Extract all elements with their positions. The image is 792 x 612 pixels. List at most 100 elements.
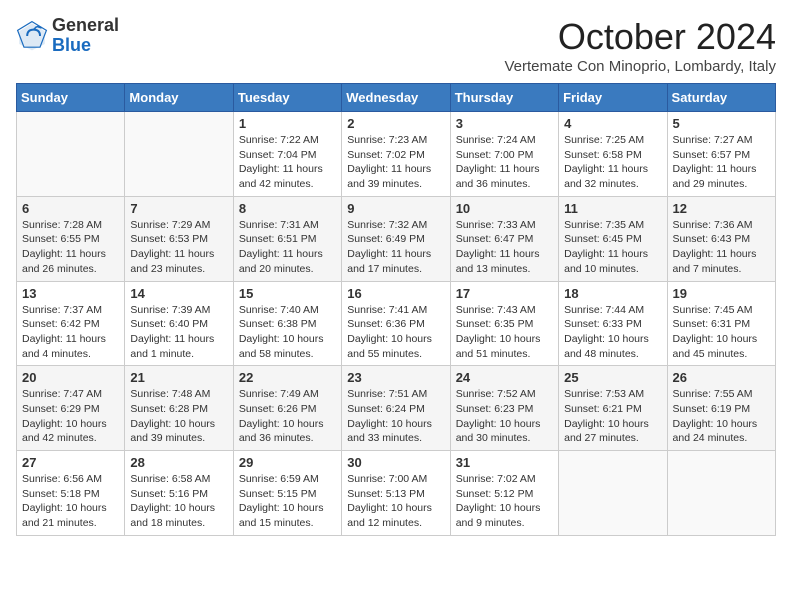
- calendar-cell: 12Sunrise: 7:36 AM Sunset: 6:43 PM Dayli…: [667, 196, 775, 281]
- day-header-sunday: Sunday: [17, 84, 125, 112]
- day-info: Sunrise: 7:35 AM Sunset: 6:45 PM Dayligh…: [564, 218, 661, 277]
- calendar-cell: 20 Sunrise: 7:47 AM Sunset: 6:29 PM Dayli…: [17, 366, 125, 451]
- day-number: 8: [239, 201, 336, 216]
- calendar-cell: 30Sunrise: 7:00 AM Sunset: 5:13 PM Dayli…: [342, 451, 450, 536]
- day-number: 11: [564, 201, 661, 216]
- calendar-cell: 11 Sunrise: 7:35 AM Sunset: 6:45 PM Dayli…: [559, 196, 667, 281]
- location-subtitle: Vertemate Con Minoprio, Lombardy, Italy: [504, 58, 776, 75]
- day-info: Sunrise: 6:59 AM Sunset: 5:15 PM Dayligh…: [239, 472, 336, 531]
- logo: General Blue: [16, 16, 119, 56]
- calendar-cell: 19 Sunrise: 7:45 AM Sunset: 6:31 PM Dayli…: [667, 281, 775, 366]
- day-number: 20: [22, 370, 119, 385]
- week-row-5: 27 Sunrise: 6:56 AM Sunset: 5:18 PM Dayli…: [17, 451, 776, 536]
- calendar-cell: 27 Sunrise: 6:56 AM Sunset: 5:18 PM Dayli…: [17, 451, 125, 536]
- calendar-cell: 6Sunrise: 7:28 AM Sunset: 6:55 PM Daylig…: [17, 196, 125, 281]
- calendar-cell: [17, 112, 125, 197]
- calendar-cell: 1 Sunrise: 7:22 AM Sunset: 7:04 PM Daylig…: [233, 112, 341, 197]
- page-header: General Blue October 2024 Vertemate Con …: [16, 16, 776, 75]
- week-row-4: 20 Sunrise: 7:47 AM Sunset: 6:29 PM Dayli…: [17, 366, 776, 451]
- day-number: 25: [564, 370, 661, 385]
- day-info: Sunrise: 7:37 AM Sunset: 6:42 PM Dayligh…: [22, 303, 119, 362]
- calendar-cell: 22 Sunrise: 7:49 AM Sunset: 6:26 PM Dayli…: [233, 366, 341, 451]
- day-info: Sunrise: 7:44 AM Sunset: 6:33 PM Dayligh…: [564, 303, 661, 362]
- day-number: 28: [130, 455, 227, 470]
- calendar-table: SundayMondayTuesdayWednesdayThursdayFrid…: [16, 83, 776, 536]
- day-number: 15: [239, 286, 336, 301]
- day-info: Sunrise: 7:31 AM Sunset: 6:51 PM Dayligh…: [239, 218, 336, 277]
- day-info: Sunrise: 7:29 AM Sunset: 6:53 PM Dayligh…: [130, 218, 227, 277]
- calendar-cell: 5 Sunrise: 7:27 AM Sunset: 6:57 PM Daylig…: [667, 112, 775, 197]
- calendar-cell: 4 Sunrise: 7:25 AM Sunset: 6:58 PM Daylig…: [559, 112, 667, 197]
- day-info: Sunrise: 7:25 AM Sunset: 6:58 PM Dayligh…: [564, 133, 661, 192]
- day-info: Sunrise: 7:23 AM Sunset: 7:02 PM Dayligh…: [347, 133, 444, 192]
- day-number: 29: [239, 455, 336, 470]
- day-info: Sunrise: 7:49 AM Sunset: 6:26 PM Dayligh…: [239, 387, 336, 446]
- calendar-cell: [125, 112, 233, 197]
- day-header-saturday: Saturday: [667, 84, 775, 112]
- calendar-cell: 25Sunrise: 7:53 AM Sunset: 6:21 PM Dayli…: [559, 366, 667, 451]
- day-number: 23: [347, 370, 444, 385]
- calendar-cell: 31 Sunrise: 7:02 AM Sunset: 5:12 PM Dayli…: [450, 451, 558, 536]
- calendar-cell: 26 Sunrise: 7:55 AM Sunset: 6:19 PM Dayli…: [667, 366, 775, 451]
- day-info: Sunrise: 7:22 AM Sunset: 7:04 PM Dayligh…: [239, 133, 336, 192]
- day-info: Sunrise: 7:45 AM Sunset: 6:31 PM Dayligh…: [673, 303, 770, 362]
- day-info: Sunrise: 7:47 AM Sunset: 6:29 PM Dayligh…: [22, 387, 119, 446]
- day-info: Sunrise: 7:00 AM Sunset: 5:13 PM Dayligh…: [347, 472, 444, 531]
- day-info: Sunrise: 7:36 AM Sunset: 6:43 PM Dayligh…: [673, 218, 770, 277]
- calendar-cell: 23 Sunrise: 7:51 AM Sunset: 6:24 PM Dayli…: [342, 366, 450, 451]
- calendar-cell: 15 Sunrise: 7:40 AM Sunset: 6:38 PM Dayli…: [233, 281, 341, 366]
- day-info: Sunrise: 7:24 AM Sunset: 7:00 PM Dayligh…: [456, 133, 553, 192]
- day-info: Sunrise: 6:58 AM Sunset: 5:16 PM Dayligh…: [130, 472, 227, 531]
- calendar-cell: [559, 451, 667, 536]
- day-header-monday: Monday: [125, 84, 233, 112]
- day-header-thursday: Thursday: [450, 84, 558, 112]
- day-info: Sunrise: 7:33 AM Sunset: 6:47 PM Dayligh…: [456, 218, 553, 277]
- day-info: Sunrise: 7:40 AM Sunset: 6:38 PM Dayligh…: [239, 303, 336, 362]
- day-info: Sunrise: 7:48 AM Sunset: 6:28 PM Dayligh…: [130, 387, 227, 446]
- day-number: 3: [456, 116, 553, 131]
- day-info: Sunrise: 7:41 AM Sunset: 6:36 PM Dayligh…: [347, 303, 444, 362]
- day-info: Sunrise: 7:43 AM Sunset: 6:35 PM Dayligh…: [456, 303, 553, 362]
- day-header-row: SundayMondayTuesdayWednesdayThursdayFrid…: [17, 84, 776, 112]
- day-number: 26: [673, 370, 770, 385]
- week-row-3: 13 Sunrise: 7:37 AM Sunset: 6:42 PM Dayli…: [17, 281, 776, 366]
- day-number: 6: [22, 201, 119, 216]
- day-info: Sunrise: 7:27 AM Sunset: 6:57 PM Dayligh…: [673, 133, 770, 192]
- day-header-tuesday: Tuesday: [233, 84, 341, 112]
- month-title: October 2024: [504, 16, 776, 58]
- day-number: 16: [347, 286, 444, 301]
- calendar-cell: 3 Sunrise: 7:24 AM Sunset: 7:00 PM Daylig…: [450, 112, 558, 197]
- day-info: Sunrise: 7:39 AM Sunset: 6:40 PM Dayligh…: [130, 303, 227, 362]
- day-info: Sunrise: 7:55 AM Sunset: 6:19 PM Dayligh…: [673, 387, 770, 446]
- day-info: Sunrise: 6:56 AM Sunset: 5:18 PM Dayligh…: [22, 472, 119, 531]
- day-number: 31: [456, 455, 553, 470]
- day-number: 9: [347, 201, 444, 216]
- calendar-cell: 10 Sunrise: 7:33 AM Sunset: 6:47 PM Dayli…: [450, 196, 558, 281]
- calendar-cell: 18Sunrise: 7:44 AM Sunset: 6:33 PM Dayli…: [559, 281, 667, 366]
- calendar-cell: 17 Sunrise: 7:43 AM Sunset: 6:35 PM Dayli…: [450, 281, 558, 366]
- day-number: 1: [239, 116, 336, 131]
- day-info: Sunrise: 7:02 AM Sunset: 5:12 PM Dayligh…: [456, 472, 553, 531]
- day-header-wednesday: Wednesday: [342, 84, 450, 112]
- week-row-2: 6Sunrise: 7:28 AM Sunset: 6:55 PM Daylig…: [17, 196, 776, 281]
- calendar-cell: 7Sunrise: 7:29 AM Sunset: 6:53 PM Daylig…: [125, 196, 233, 281]
- day-number: 10: [456, 201, 553, 216]
- calendar-cell: 14Sunrise: 7:39 AM Sunset: 6:40 PM Dayli…: [125, 281, 233, 366]
- day-number: 27: [22, 455, 119, 470]
- day-number: 19: [673, 286, 770, 301]
- day-number: 13: [22, 286, 119, 301]
- calendar-cell: 2Sunrise: 7:23 AM Sunset: 7:02 PM Daylig…: [342, 112, 450, 197]
- logo-general-text: General: [52, 16, 119, 36]
- day-info: Sunrise: 7:51 AM Sunset: 6:24 PM Dayligh…: [347, 387, 444, 446]
- day-info: Sunrise: 7:52 AM Sunset: 6:23 PM Dayligh…: [456, 387, 553, 446]
- calendar-cell: 13 Sunrise: 7:37 AM Sunset: 6:42 PM Dayli…: [17, 281, 125, 366]
- calendar-cell: 16 Sunrise: 7:41 AM Sunset: 6:36 PM Dayli…: [342, 281, 450, 366]
- day-number: 17: [456, 286, 553, 301]
- day-number: 24: [456, 370, 553, 385]
- day-number: 5: [673, 116, 770, 131]
- day-number: 4: [564, 116, 661, 131]
- title-block: October 2024 Vertemate Con Minoprio, Lom…: [504, 16, 776, 75]
- day-number: 21: [130, 370, 227, 385]
- day-number: 22: [239, 370, 336, 385]
- calendar-cell: 8 Sunrise: 7:31 AM Sunset: 6:51 PM Daylig…: [233, 196, 341, 281]
